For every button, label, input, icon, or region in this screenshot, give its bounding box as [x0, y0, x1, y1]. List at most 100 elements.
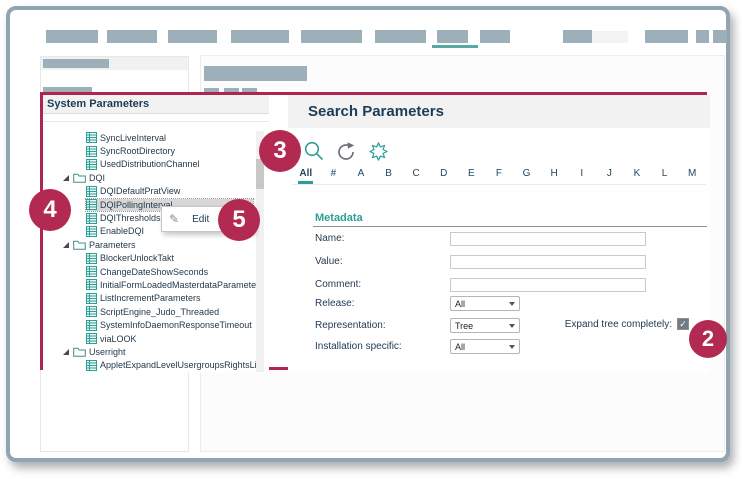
tree-row[interactable]: viaLOOK	[43, 332, 269, 345]
tree-item-label[interactable]: AppletExpandLevelUsergroupsRightsList	[100, 360, 264, 370]
tree-row[interactable]: ScriptEngine_Judo_Threaded	[43, 305, 269, 318]
alphabet-tab[interactable]: E	[458, 168, 486, 184]
alphabet-tab[interactable]: I	[568, 168, 596, 184]
expand-tree-checkbox[interactable]: ✓	[677, 318, 689, 330]
alphabet-tab[interactable]: M	[678, 168, 706, 184]
tree-item-label[interactable]: BlockerUnlockTakt	[100, 253, 174, 263]
release-select[interactable]: All	[450, 296, 520, 311]
tree-row-inner[interactable]: viaLOOK	[86, 333, 253, 345]
alphabet-tab[interactable]: K	[623, 168, 651, 184]
nav-item-placeholder[interactable]	[107, 30, 157, 43]
tree-item-label[interactable]: Parameters	[89, 240, 136, 250]
value-input[interactable]	[450, 255, 646, 269]
value-label: Value:	[315, 256, 343, 267]
tree-row-inner[interactable]: DQIDefaultPratView	[86, 185, 253, 197]
tree-row[interactable]: BlockerUnlockTakt	[43, 252, 269, 265]
nav-item-placeholder[interactable]	[301, 30, 362, 43]
expand-arrow-icon[interactable]	[63, 347, 73, 357]
tree-item-label[interactable]: DQIDefaultPratView	[100, 186, 180, 196]
alphabet-tab-label: H	[550, 168, 558, 179]
alphabet-tab[interactable]: H	[540, 168, 568, 184]
name-input[interactable]	[450, 232, 646, 246]
tree-row[interactable]: SyncRootDirectory	[43, 144, 269, 157]
nav-item-placeholder[interactable]	[231, 30, 289, 43]
alphabet-tab[interactable]: A	[347, 168, 375, 184]
tree-row-inner[interactable]: ScriptEngine_Judo_Threaded	[86, 306, 253, 318]
tree-item-label[interactable]: EnableDQI	[100, 226, 144, 236]
alphabet-tab[interactable]: L	[651, 168, 679, 184]
alphabet-tab[interactable]: All	[292, 168, 320, 184]
alphabet-tab[interactable]: G	[513, 168, 541, 184]
alphabet-tab-label: #	[330, 168, 337, 179]
installation-specific-select[interactable]: All	[450, 339, 520, 354]
nav-search-placeholder[interactable]	[592, 31, 628, 43]
nav-icon-placeholder[interactable]	[696, 30, 709, 43]
tree-item-label[interactable]: DQIThresholds	[100, 213, 161, 223]
tree-item-label[interactable]: DQI	[89, 173, 105, 183]
alphabet-tab[interactable]: B	[375, 168, 403, 184]
alphabet-tab-label: G	[522, 168, 531, 179]
tree-row[interactable]: SyncLiveInterval	[43, 131, 269, 144]
tree-item-label[interactable]: ChangeDateShowSeconds	[100, 267, 208, 277]
tree-row-inner[interactable]: ListIncrementParameters	[86, 292, 253, 304]
tree-row-inner[interactable]: Parameters	[73, 239, 253, 251]
tree-row[interactable]: AppletExpandLevelUsergroupsRightsList	[43, 359, 269, 372]
tree-item-label[interactable]: SyncLiveInterval	[100, 133, 166, 143]
tree-row[interactable]: UsedDistributionChannel	[43, 158, 269, 171]
tree-item-label[interactable]: SystemInfoDaemonResponseTimeout	[100, 320, 252, 330]
tree-row-inner[interactable]: UsedDistributionChannel	[86, 158, 253, 170]
callout-badge-5: 5	[218, 199, 260, 241]
tree-item-label[interactable]: ListIncrementParameters	[100, 293, 201, 303]
nav-item-active-placeholder[interactable]	[437, 30, 468, 43]
nav-icon-placeholder[interactable]	[713, 30, 727, 43]
tree-item-label[interactable]: Userright	[89, 347, 126, 357]
tree-row-inner[interactable]: InitialFormLoadedMasterdataParameters	[86, 279, 264, 291]
nav-item-placeholder[interactable]	[46, 30, 98, 43]
tree-row[interactable]: ListIncrementParameters	[43, 292, 269, 305]
nav-item-placeholder[interactable]	[168, 30, 217, 43]
tree-row-inner[interactable]: SystemInfoDaemonResponseTimeout	[86, 319, 253, 331]
tree-item-label[interactable]: ScriptEngine_Judo_Threaded	[100, 307, 219, 317]
system-parameters-title: System Parameters	[47, 98, 150, 110]
tree-row[interactable]: SystemInfoDaemonResponseTimeout	[43, 318, 269, 331]
tree-row[interactable]: ChangeDateShowSeconds	[43, 265, 269, 278]
tree-row-inner[interactable]: Userright	[73, 346, 253, 358]
tree-row-inner[interactable]: ChangeDateShowSeconds	[86, 266, 253, 278]
chevron-down-icon	[509, 323, 515, 328]
alphabet-tab[interactable]: D	[430, 168, 458, 184]
tree-row[interactable]: DQIDefaultPratView	[43, 185, 269, 198]
tree-row-inner[interactable]: AppletExpandLevelUsergroupsRightsList	[86, 359, 264, 371]
tree-row-inner[interactable]: SyncLiveInterval	[86, 132, 253, 144]
nav-item-placeholder[interactable]	[375, 30, 426, 43]
tree-row-inner[interactable]: SyncRootDirectory	[86, 145, 253, 157]
nav-item-placeholder[interactable]	[563, 30, 592, 43]
representation-select[interactable]: Tree	[450, 318, 520, 333]
tree-item-label[interactable]: InitialFormLoadedMasterdataParameters	[100, 280, 264, 290]
search-icon[interactable]	[302, 139, 326, 163]
tree-row[interactable]: Userright	[43, 345, 269, 358]
undo-icon[interactable]	[334, 139, 358, 163]
tree-row[interactable]: DQI	[43, 171, 269, 184]
table-icon	[86, 212, 97, 224]
tree-row-inner[interactable]: BlockerUnlockTakt	[86, 252, 253, 264]
alphabet-tab[interactable]: #	[320, 168, 348, 184]
alphabet-tab[interactable]: C	[402, 168, 430, 184]
metadata-divider	[313, 226, 707, 227]
release-selected-value: All	[455, 298, 466, 309]
tree-row-inner[interactable]: DQI	[73, 172, 253, 184]
burst-icon[interactable]	[366, 139, 390, 163]
tree-item-label[interactable]: SyncRootDirectory	[100, 146, 175, 156]
nav-item-placeholder[interactable]	[645, 30, 688, 43]
tree-item-label[interactable]: viaLOOK	[100, 334, 137, 344]
alphabet-tab[interactable]: F	[485, 168, 513, 184]
tree-scrollbar[interactable]	[256, 131, 264, 372]
alphabet-tab[interactable]: J	[596, 168, 624, 184]
expand-arrow-icon[interactable]	[63, 240, 73, 250]
chevron-down-icon	[509, 301, 515, 306]
comment-input[interactable]	[450, 278, 646, 292]
nav-item-placeholder[interactable]	[480, 30, 510, 43]
expand-arrow-icon[interactable]	[63, 173, 73, 183]
tree-item-label[interactable]: UsedDistributionChannel	[100, 159, 200, 169]
tree-row[interactable]: InitialFormLoadedMasterdataParameters	[43, 278, 269, 291]
highlighted-region: System Parameters SyncLiveInterval SyncR…	[40, 92, 710, 373]
